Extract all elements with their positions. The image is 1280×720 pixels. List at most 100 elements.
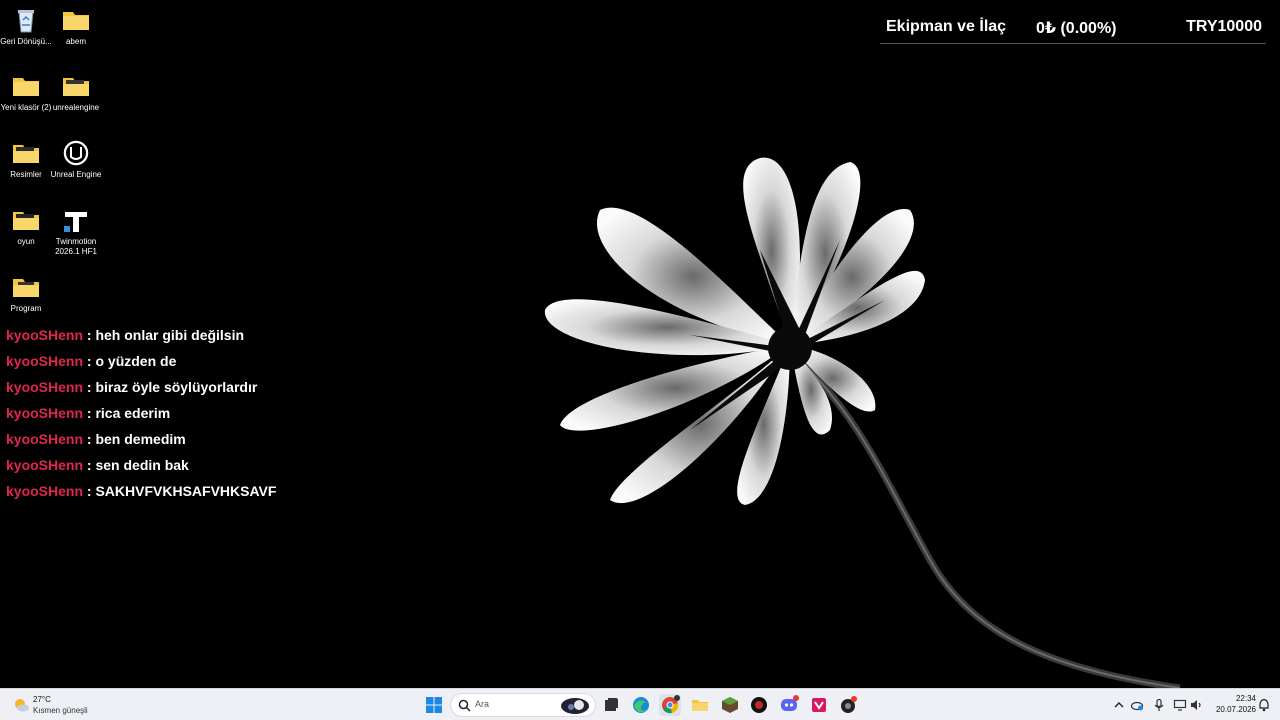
chat-message: kyooSHenn : heh onlar gibi değilsin [6,326,426,352]
unreal-engine-icon [62,139,90,167]
app-red-icon [751,697,767,713]
taskbar-app-minecraft[interactable] [719,694,741,716]
chat-text: sen dedin bak [95,457,189,473]
tray-microphone[interactable] [1152,698,1166,712]
chat-text: SAKHVFVKHSAFVHKSAVF [95,483,277,499]
desktop-icon-label: Yeni klasör (2) [0,103,52,112]
chat-text: ben demedim [95,431,186,447]
clock-time: 22:34 [1235,694,1256,703]
taskbar-search[interactable]: Ara [450,693,596,717]
folder-icon [13,212,39,230]
desktop-icon-label: Program [10,304,42,313]
desktop-icon-label: abem [65,37,86,46]
recycle-bin-icon [18,10,34,33]
microphone-icon [1154,698,1164,711]
overlay-balance: TRY10000 [1186,18,1262,35]
desktop-icon-label: Geri Dönüşü... [0,37,52,46]
search-icon [458,699,471,712]
chat-message: kyooSHenn : SAKHVFVKHSAFVHKSAVF [6,482,426,508]
file-explorer-icon [692,700,708,711]
taskbar-app-file-explorer[interactable] [689,694,711,716]
taskbar: 27°C Kısmen güneşli Ara 22:34 20.07.2026 [0,688,1280,720]
chat-username: kyooSHenn [6,457,84,473]
desktop-icon-resimler[interactable]: Resimler [0,139,52,180]
desktop-icon-program[interactable]: Program [0,273,52,314]
chat-username: kyooSHenn [6,405,84,421]
chat-text: biraz öyle söylüyorlardır [95,379,258,395]
folder-icon [13,145,39,163]
chat-username: kyooSHenn [6,327,84,343]
taskbar-app-pink[interactable] [808,694,830,716]
tray-network[interactable] [1173,698,1187,712]
chat-separator: : [86,379,92,395]
discord-icon [781,695,799,711]
chrome-icon [662,695,680,714]
desktop-icon-label: Twinmotion 2026.1 HF1 [55,237,97,256]
clock-date: 20.07.2026 [1215,705,1256,714]
folder-icon [13,279,39,297]
chat-text: rica ederim [95,405,171,421]
desktop-icon-label: Unreal Engine [50,170,102,179]
twinmotion-icon [64,212,87,232]
task-view-icon [605,698,618,711]
tray-volume[interactable] [1189,698,1203,712]
taskbar-app-dark[interactable] [837,694,859,716]
minecraft-icon [722,697,738,713]
taskbar-app-chrome[interactable] [659,694,681,716]
chevron-up-icon [1114,702,1124,708]
chat-text: heh onlar gibi değilsin [95,327,245,343]
chat-separator: : [86,327,92,343]
tray-overflow-button[interactable] [1112,698,1126,712]
desktop-icon-twinmotion[interactable]: Twinmotion 2026.1 HF1 [50,206,102,257]
chat-message: kyooSHenn : rica ederim [6,404,426,430]
windows-icon [426,697,442,713]
taskbar-clock[interactable]: 22:34 20.07.2026 [1210,693,1256,715]
notification-bell-icon[interactable] [1258,698,1270,712]
desktop-icon-recycle-bin[interactable]: Geri Dönüşü... [0,6,52,47]
overlay-category: Ekipman ve İlaç [886,18,1007,35]
chat-message: kyooSHenn : biraz öyle söylüyorlardır [6,378,426,404]
desktop-icon-oyun[interactable]: oyun [0,206,52,247]
desktop-icon-unrealengine-folder[interactable]: unrealengine [50,72,102,113]
taskbar-app-discord[interactable] [778,694,800,716]
chat-message: kyooSHenn : sen dedin bak [6,456,426,482]
tray-onedrive[interactable] [1130,698,1144,712]
desktop-icon-abem[interactable]: abem [50,6,102,47]
weather-temp: 27°C [33,695,51,704]
chat-username: kyooSHenn [6,379,84,395]
chat-separator: : [86,405,92,421]
weather-widget[interactable]: 27°C Kısmen güneşli [12,693,112,717]
partly-sunny-icon [15,699,29,712]
overlay-change: 0₺ (0.00%) [1036,20,1117,37]
stream-overlay: Ekipman ve İlaç 0₺ (0.00%) TRY10000 [880,12,1266,44]
desktop-icon-label: Resimler [10,170,42,179]
taskbar-app-red[interactable] [748,694,770,716]
folder-icon [13,78,39,96]
desktop-icon-label: oyun [17,237,35,246]
taskbar-app-edge[interactable] [630,694,652,716]
speaker-icon [1191,700,1201,710]
task-view-button[interactable] [600,694,622,716]
folder-icon [63,12,89,30]
desktop-icon-unreal-engine[interactable]: Unreal Engine [50,139,102,180]
chat-message: kyooSHenn : o yüzden de [6,352,426,378]
chat-username: kyooSHenn [6,483,84,499]
chat-separator: : [86,431,92,447]
chat-separator: : [86,353,92,369]
chat-username: kyooSHenn [6,431,84,447]
cloud-icon [1130,701,1144,711]
search-placeholder: Ara [475,699,490,709]
edge-icon [633,697,649,713]
weather-desc: Kısmen güneşli [33,706,88,715]
app-pink-icon [812,698,826,712]
app-dark-icon [841,696,857,713]
chat-username: kyooSHenn [6,353,84,369]
desktop-icon-label: unrealengine [52,103,100,112]
desktop-icon-yeni-klasor[interactable]: Yeni klasör (2) [0,72,52,113]
chat-overlay: kyooSHenn : heh onlar gibi değilsin kyoo… [6,326,426,508]
start-button[interactable] [423,694,445,716]
chat-message: kyooSHenn : ben demedim [6,430,426,456]
system-tray: 22:34 20.07.2026 [1108,689,1280,720]
chat-text: o yüzden de [95,353,177,369]
chat-separator: : [86,483,92,499]
